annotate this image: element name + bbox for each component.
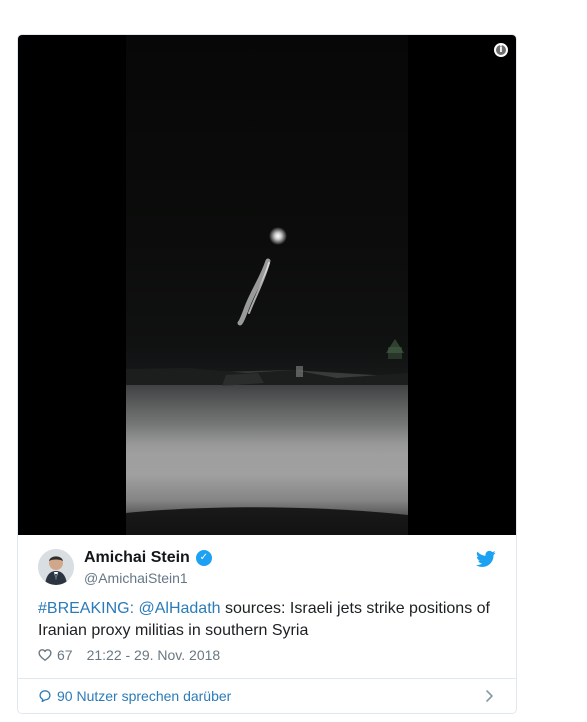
- video-frame[interactable]: [126, 35, 408, 535]
- tweet-footer: Amichai Stein ✓ @AmichaiStein1 #BREAKING…: [18, 535, 516, 663]
- author-info[interactable]: Amichai Stein ✓ @AmichaiStein1: [84, 548, 212, 587]
- speech-bubble-icon: [39, 690, 51, 703]
- heart-icon[interactable]: [38, 648, 52, 662]
- like-count[interactable]: 67: [57, 647, 73, 663]
- footer-divider: [18, 678, 516, 679]
- tweet-meta: 67 21:22 - 29. Nov. 2018: [38, 647, 496, 663]
- conversation-count-label[interactable]: 90 Nutzer sprechen darüber: [57, 687, 231, 705]
- chevron-right-icon[interactable]: [484, 689, 496, 703]
- author-handle[interactable]: @AmichaiStein1: [84, 569, 212, 587]
- conversation-link[interactable]: 90 Nutzer sprechen darüber: [38, 685, 496, 707]
- tweet-text: #BREAKING: @AlHadath sources: Israeli je…: [38, 598, 498, 642]
- tweet-video-media[interactable]: i: [18, 35, 516, 535]
- night-road-video-image: [126, 227, 408, 535]
- mention-link[interactable]: @AlHadath: [138, 600, 220, 617]
- tweet-embed-card[interactable]: i Amichai Stein ✓ @AmichaiStein1 #BREAKI…: [17, 34, 517, 714]
- info-icon[interactable]: i: [494, 43, 508, 57]
- avatar[interactable]: [38, 549, 74, 585]
- avatar-image: [38, 549, 74, 585]
- tweet-timestamp[interactable]: 21:22 - 29. Nov. 2018: [87, 647, 221, 663]
- author-row[interactable]: Amichai Stein ✓ @AmichaiStein1: [38, 548, 496, 590]
- hashtag-link[interactable]: #BREAKING:: [38, 600, 134, 617]
- author-name[interactable]: Amichai Stein: [84, 548, 190, 568]
- verified-checkmark-icon: ✓: [195, 550, 212, 566]
- author-name-line: Amichai Stein ✓: [84, 548, 212, 568]
- twitter-bird-icon[interactable]: [476, 550, 496, 568]
